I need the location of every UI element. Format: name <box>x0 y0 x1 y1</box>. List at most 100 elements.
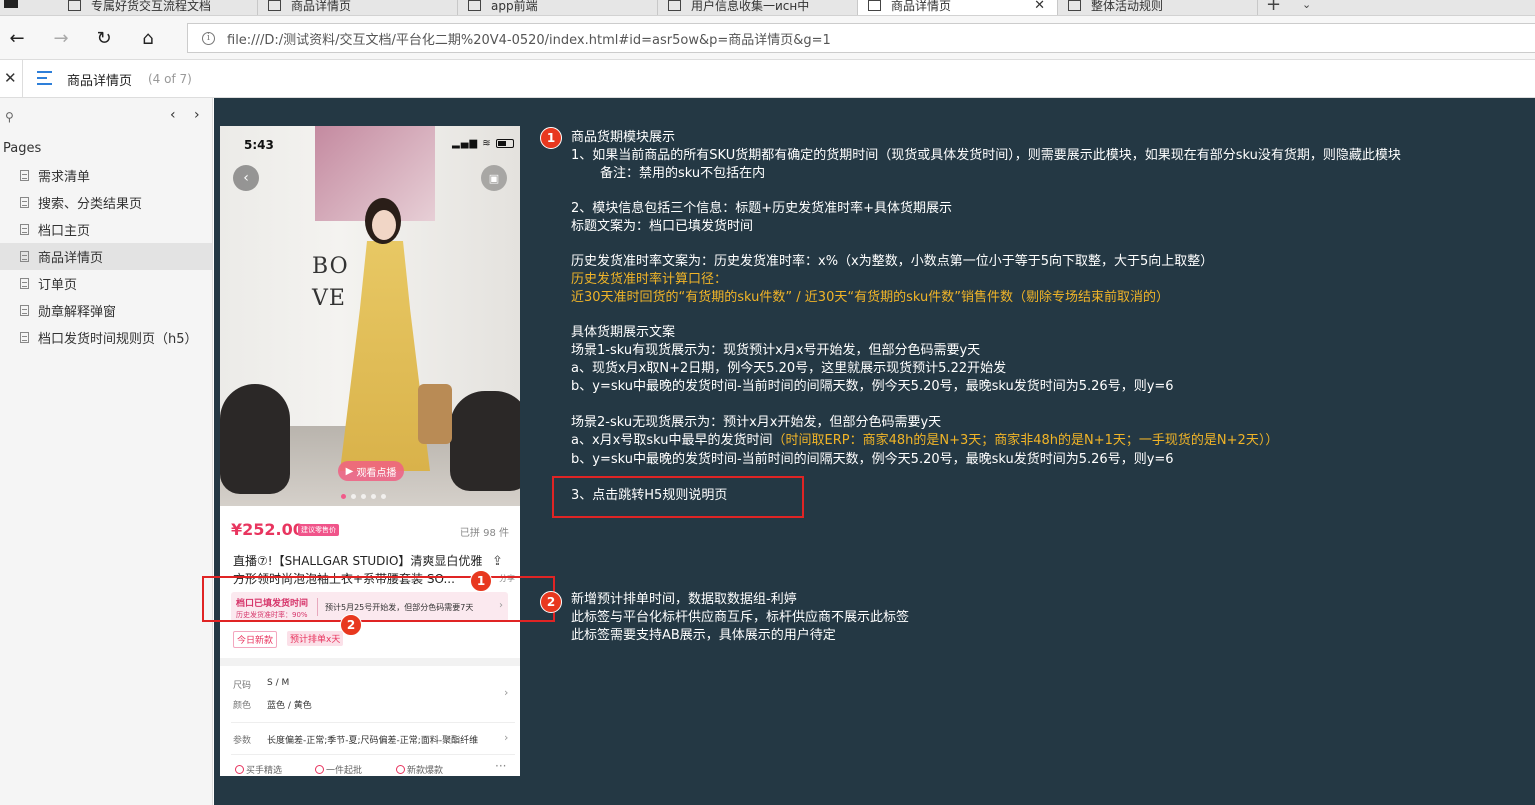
params-value: 长度偏差-正常;季节-夏;尺码偏差-正常;面料-聚酯纤维 <box>267 736 479 746</box>
tab-label: 整体活动规则 <box>1091 0 1164 13</box>
params-label: 参数 <box>233 736 252 746</box>
page-icon <box>668 0 681 11</box>
price-tag-badge: 建议零售价 <box>298 524 339 536</box>
note-1-highlight: 近30天准时回货的“有货期的sku件数” / 近30天“有货期的sku件数”销售… <box>571 290 1169 305</box>
chevron-right-icon[interactable]: › <box>504 731 508 744</box>
basket <box>418 384 452 444</box>
annotation-marker-1[interactable]: 1 <box>470 570 492 592</box>
sold-count: 已拼 98 件 <box>459 528 509 539</box>
sidebar-item-product-detail[interactable]: 商品详情页 <box>0 243 212 270</box>
tab-list-chevron-icon[interactable]: ⌄ <box>1302 0 1311 11</box>
note-1-line: 备注：禁用的sku不包括在内 <box>600 166 766 181</box>
stool <box>220 384 290 494</box>
tab-1[interactable]: 商品详情页 <box>258 0 458 15</box>
tab-3[interactable]: 用户信息收集一исн中 <box>658 0 858 15</box>
tab-label: 商品详情页 <box>291 0 352 13</box>
sidebar-item-search-results[interactable]: 搜索、分类结果页 <box>0 189 212 216</box>
page-title: 商品详情页 <box>67 74 133 89</box>
note-1-line: 具体货期展示文案 <box>571 325 676 340</box>
page-count: (4 of 7) <box>148 72 192 86</box>
document-icon <box>20 170 29 181</box>
status-time: 5:43 <box>244 138 274 152</box>
document-icon <box>20 278 29 289</box>
new-tab-icon[interactable]: + <box>1266 0 1281 15</box>
page-icon <box>868 0 881 11</box>
page-icon <box>268 0 281 11</box>
tab-label: 用户信息收集一исн中 <box>691 0 810 13</box>
tab-5[interactable]: 整体活动规则 <box>1058 0 1258 15</box>
sidebar-item-order[interactable]: 订单页 <box>0 270 212 297</box>
home-icon[interactable]: ⌂ <box>136 26 160 50</box>
note-1-line: 历史发货准时率文案为：历史发货准时率：x%（x为整数，小数点第一位小于等于5向下… <box>571 254 1214 269</box>
note-1-line: b、y=sku中最晚的发货时间-当前时间的间隔天数，例今天5.20号，最晚sku… <box>571 379 1174 394</box>
note-2-line: 此标签需要支持AB展示，具体展示的用户待定 <box>571 628 836 643</box>
product-photo[interactable]: BO VE 5:43 ▂▄▆ ≋ ‹ ▣ ▶ 观看点播 <box>220 126 520 506</box>
tab-0[interactable]: 专属好货交互流程文档 <box>58 0 258 15</box>
prev-page-chevron-icon[interactable]: ‹ <box>170 107 176 123</box>
check-circle-icon <box>396 765 405 774</box>
sidebar-item-label: 订单页 <box>38 278 78 293</box>
document-icon <box>20 224 29 235</box>
image-icon[interactable]: ▣ <box>481 165 507 191</box>
note-1-line: 3、点击跳转H5规则说明页 <box>571 488 728 503</box>
more-icon[interactable]: ··· <box>495 759 506 773</box>
sidebar-item-label: 需求清单 <box>38 170 91 185</box>
watch-video-button[interactable]: ▶ 观看点播 <box>338 461 404 481</box>
note-1-line: 场景2-sku无现货展示为：预计x月x开始发，但部分色码需要y天 <box>571 415 942 430</box>
sidebar-item-label: 档口主页 <box>38 224 91 239</box>
tab-4-active[interactable]: 商品详情页 ✕ <box>858 0 1058 15</box>
tab-label: 商品详情页 <box>891 0 952 13</box>
tab-label: app前端 <box>491 0 538 13</box>
badge-single-piece: 一件起批 <box>315 763 362 776</box>
note-2-line: 新增预计排单时间，数据取数据组-利婷 <box>571 592 797 607</box>
pages-sidebar: ⚲ ‹ › Pages 需求清单 搜索、分类结果页 档口主页 商品详情页 订单页… <box>0 98 213 805</box>
sidebar-item-medal-popup[interactable]: 勋章解释弹窗 <box>0 297 212 324</box>
sidebar-item-label: 搜索、分类结果页 <box>38 197 143 212</box>
sidebar-item-stall-home[interactable]: 档口主页 <box>0 216 212 243</box>
back-arrow-icon[interactable]: ← <box>5 26 29 50</box>
product-price: ¥252.00 <box>231 520 304 539</box>
address-bar[interactable]: i file:///D:/测试资料/交互文档/平台化二期%20V4-0520/i… <box>187 23 1535 53</box>
next-page-chevron-icon[interactable]: › <box>194 107 200 123</box>
note-1-line: b、y=sku中最晚的发货时间-当前时间的间隔天数，例今天5.20号，最晚sku… <box>571 452 1174 467</box>
color-value: 蓝色 / 黄色 <box>267 701 312 711</box>
sidebar-item-requirements[interactable]: 需求清单 <box>0 162 212 189</box>
browser-app-icon <box>4 0 18 8</box>
pages-heading: Pages <box>3 141 42 156</box>
document-icon <box>20 305 29 316</box>
check-circle-icon <box>235 765 244 774</box>
phone-mockup: BO VE 5:43 ▂▄▆ ≋ ‹ ▣ ▶ 观看点播 ¥252.00 建议零售价… <box>220 126 520 776</box>
close-tab-icon[interactable]: ✕ <box>1034 0 1045 13</box>
page-icon <box>1068 0 1081 11</box>
note-1-line: 场景1-sku有现货展示为：现货预计x月x号开始发，但部分色码需要y天 <box>571 343 981 358</box>
browser-tab-strip: 专属好货交互流程文档 商品详情页 app前端 用户信息收集一исн中 商品详情页… <box>0 0 1535 16</box>
info-icon[interactable]: i <box>202 31 215 45</box>
note-1-line: a、现货x月x取N+2日期，例今天5.20号，这里就展示现货预计5.22开始发 <box>571 361 1007 376</box>
pre-order-tag: 预计排单x天 <box>287 631 344 646</box>
forward-arrow-icon[interactable]: → <box>49 26 73 50</box>
note-marker-2: 2 <box>540 591 562 613</box>
refresh-icon[interactable]: ↻ <box>92 26 116 50</box>
menu-icon[interactable] <box>37 71 52 89</box>
browser-nav-bar: ← → ↻ ⌂ i file:///D:/测试资料/交互文档/平台化二期%20V… <box>0 16 1535 60</box>
sidebar-item-delivery-rules[interactable]: 档口发货时间规则页（h5） <box>0 324 212 351</box>
size-label: 尺码 <box>233 681 252 691</box>
share-icon[interactable]: ⇪ <box>492 554 503 569</box>
size-value: S / M <box>267 678 290 688</box>
page-icon <box>468 0 481 11</box>
note-1-line: 2、模块信息包括三个信息：标题+历史发货准时率+具体货期展示 <box>571 201 953 216</box>
close-icon[interactable]: ✕ <box>4 69 17 87</box>
note-1-highlight: （时间取ERP：商家48h的是N+3天；商家非48h的是N+1天；一手现货的是N… <box>772 433 1279 448</box>
document-icon <box>20 197 29 208</box>
note-1-line: a、x月x号取sku中最早的发货时间（时间取ERP：商家48h的是N+3天；商家… <box>571 433 1279 448</box>
chevron-right-icon[interactable]: › <box>504 686 508 699</box>
back-arrow-icon[interactable]: ‹ <box>233 165 259 191</box>
stool <box>450 391 520 491</box>
annotation-marker-2[interactable]: 2 <box>340 614 362 636</box>
document-icon <box>20 251 29 262</box>
tab-2[interactable]: app前端 <box>458 0 658 15</box>
note-1-title: 商品货期模块展示 <box>571 130 676 145</box>
search-icon[interactable]: ⚲ <box>5 110 14 124</box>
page-icon <box>68 0 81 11</box>
color-label: 颜色 <box>233 701 252 711</box>
